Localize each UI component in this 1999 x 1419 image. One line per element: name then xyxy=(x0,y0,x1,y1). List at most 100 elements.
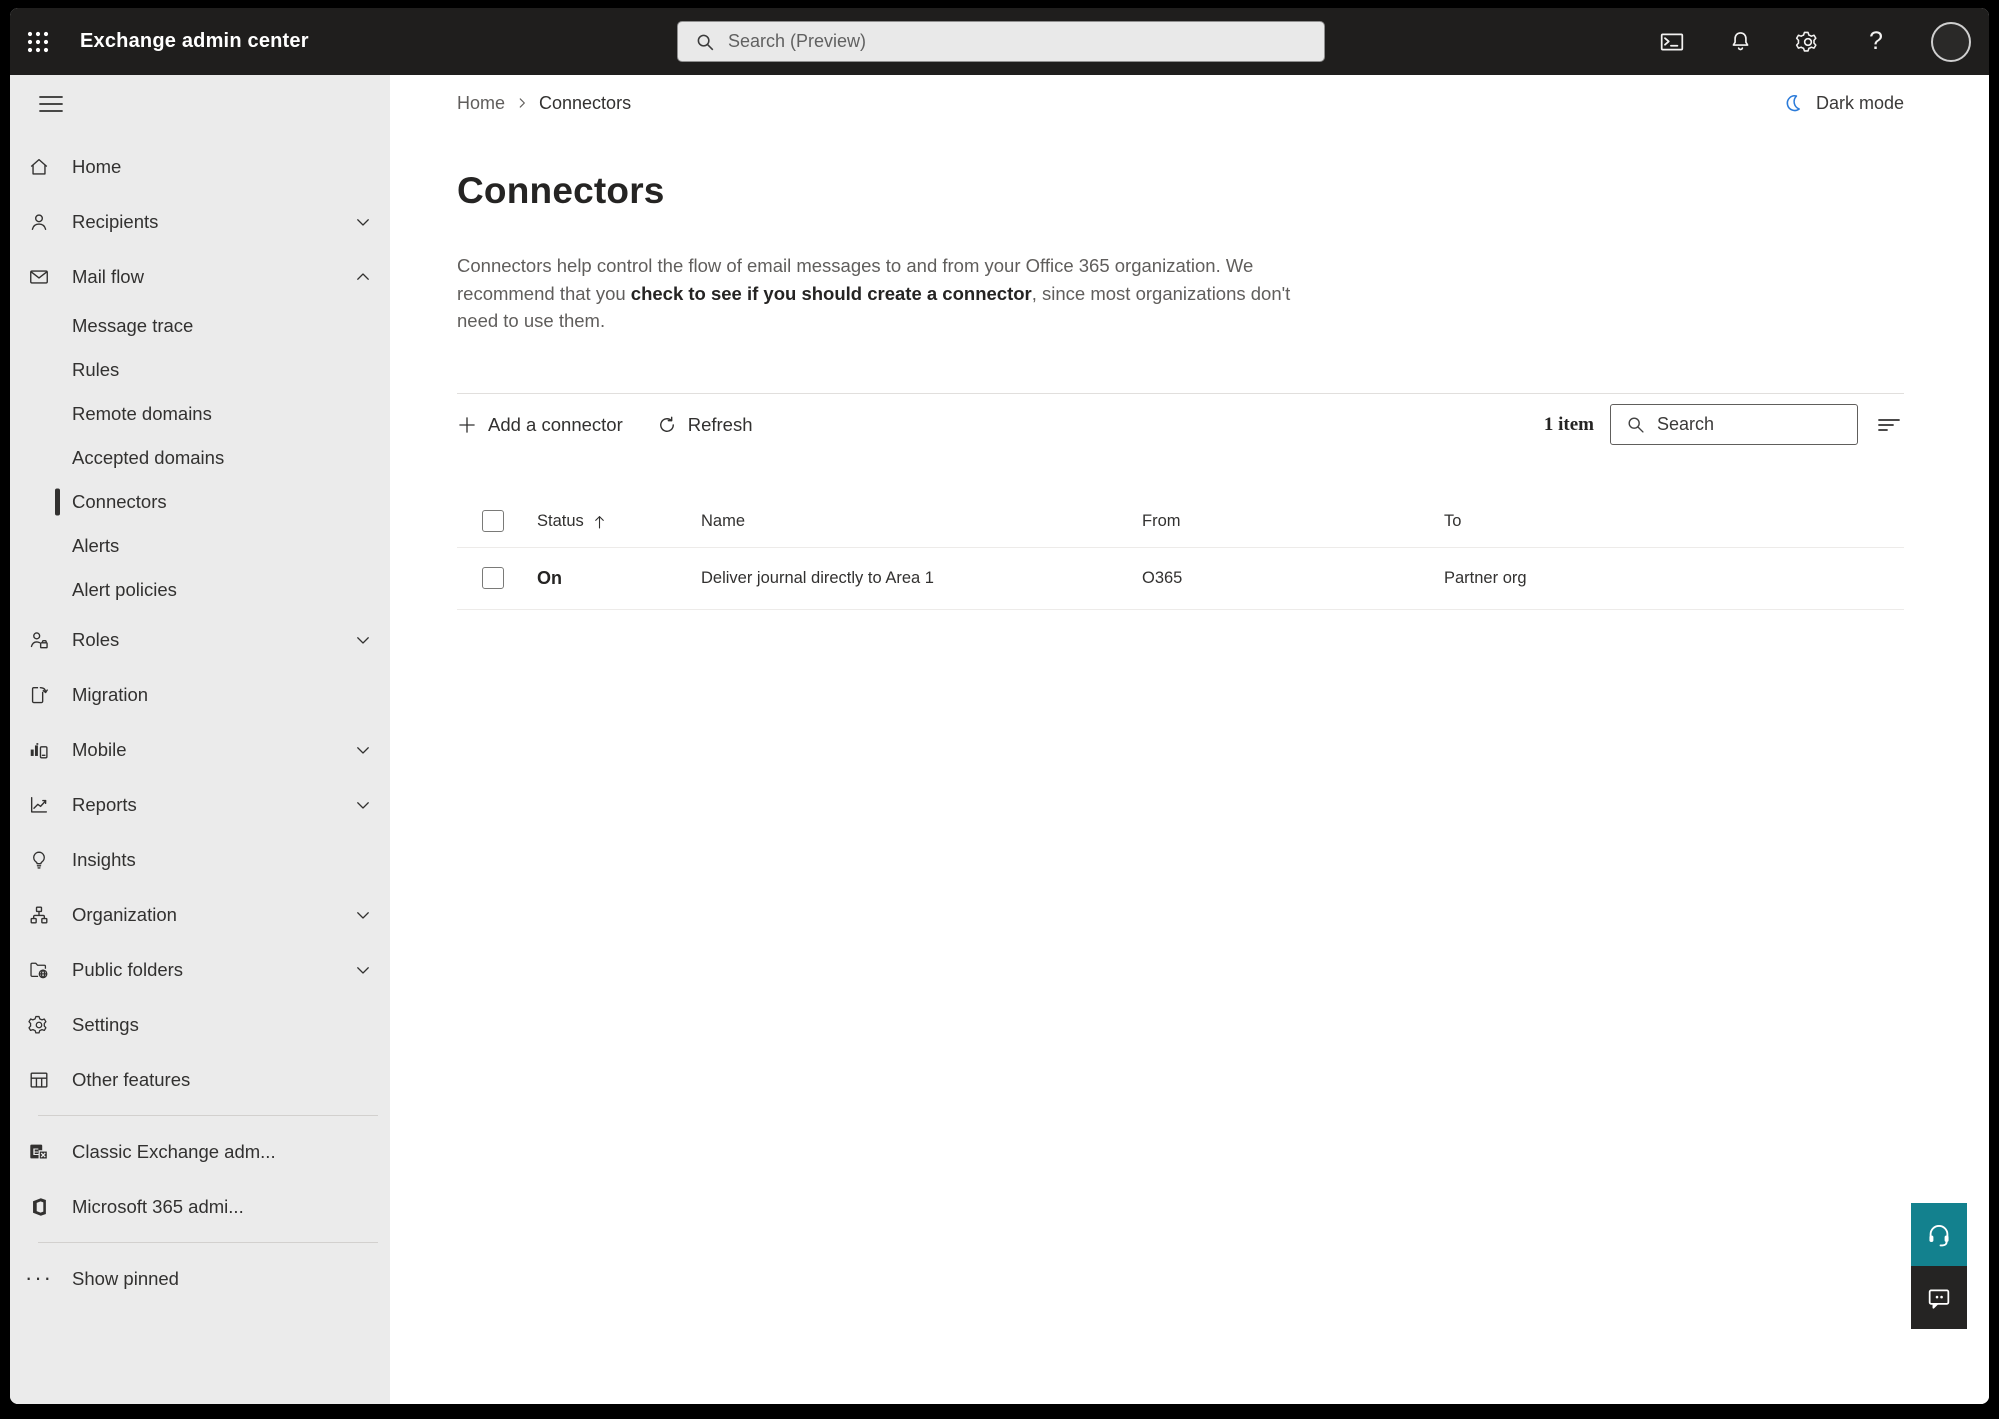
sidebar-item-label: Settings xyxy=(72,1013,139,1035)
sidebar-item-label: Classic Exchange adm... xyxy=(72,1140,276,1162)
connectors-table: Status Name From To On Deliver journal d… xyxy=(457,496,1904,610)
global-search-box[interactable] xyxy=(677,21,1325,62)
add-connector-label: Add a connector xyxy=(488,413,623,435)
exchange-logo-icon: E xyxy=(28,1141,50,1163)
dark-mode-toggle[interactable]: Dark mode xyxy=(1782,92,1904,114)
sidebar-item-label: Show pinned xyxy=(72,1267,179,1289)
sidebar-item-label: Connectors xyxy=(72,491,167,512)
sidebar-item-alert-policies[interactable]: Alert policies xyxy=(10,568,390,612)
collapse-nav-button[interactable] xyxy=(28,89,74,119)
sidebar-item-reports[interactable]: Reports xyxy=(10,777,390,832)
filter-button[interactable] xyxy=(1874,410,1904,440)
search-icon xyxy=(694,31,716,53)
sidebar-item-public-folders[interactable]: Public folders xyxy=(10,942,390,997)
feedback-button[interactable] xyxy=(1911,1266,1967,1329)
row-checkbox[interactable] xyxy=(482,567,504,589)
headset-icon xyxy=(1925,1221,1953,1249)
ellipsis-icon: ··· xyxy=(25,1265,53,1291)
dark-mode-label: Dark mode xyxy=(1815,92,1904,113)
help-button[interactable]: ? xyxy=(1863,27,1889,55)
sidebar-item-microsoft-365[interactable]: Microsoft 365 admi... xyxy=(10,1179,390,1234)
column-header-name[interactable]: Name xyxy=(701,512,1142,531)
column-header-status[interactable]: Status xyxy=(537,512,701,531)
sidebar-item-label: Migration xyxy=(72,683,149,705)
settings-button[interactable] xyxy=(1795,29,1821,55)
sidebar-item-other-features[interactable]: Other features xyxy=(10,1052,390,1107)
list-search-input[interactable] xyxy=(1657,414,1827,435)
sidebar-item-classic-exchange[interactable]: E Classic Exchange adm... xyxy=(10,1124,390,1179)
sidebar-item-accepted-domains[interactable]: Accepted domains xyxy=(10,436,390,480)
sidebar-item-label: Mobile xyxy=(72,738,127,760)
app-title: Exchange admin center xyxy=(80,30,309,52)
org-chart-icon xyxy=(28,904,50,926)
sidebar-item-insights[interactable]: Insights xyxy=(10,832,390,887)
selected-indicator xyxy=(55,488,60,516)
sidebar-item-label: Reports xyxy=(72,793,137,815)
sidebar-item-mail-flow[interactable]: Mail flow xyxy=(10,249,390,304)
lightbulb-icon xyxy=(28,849,50,871)
moon-icon xyxy=(1782,92,1804,114)
description-emphasis: check to see if you should create a conn… xyxy=(630,282,1032,304)
account-avatar[interactable] xyxy=(1931,21,1971,62)
notifications-button[interactable] xyxy=(1727,29,1753,55)
chevron-down-icon xyxy=(354,906,372,924)
app-launcher-button[interactable] xyxy=(10,8,66,75)
topbar-actions: ? xyxy=(1659,21,1971,62)
sidebar-item-label: Remote domains xyxy=(72,403,212,424)
feedback-bubble-icon xyxy=(1925,1284,1953,1312)
table-row[interactable]: On Deliver journal directly to Area 1 O3… xyxy=(457,548,1904,610)
connector-list-section: Add a connector Refresh 1 item Search St… xyxy=(457,392,1904,610)
sidebar-item-label: Roles xyxy=(72,628,120,650)
sidebar-item-recipients[interactable]: Recipients xyxy=(10,194,390,249)
item-count: 1 item xyxy=(1543,413,1594,435)
global-search-input[interactable] xyxy=(728,31,1248,52)
gear-icon xyxy=(28,1014,50,1036)
top-app-bar: Exchange admin center Search (Preview) ? xyxy=(10,8,1989,75)
breadcrumb: Home Connectors xyxy=(457,93,631,114)
sidebar-item-remote-domains[interactable]: Remote domains xyxy=(10,392,390,436)
refresh-icon xyxy=(657,415,677,435)
table-header-row: Status Name From To xyxy=(457,496,1904,548)
sidebar-item-migration[interactable]: Migration xyxy=(10,667,390,722)
hamburger-icon xyxy=(39,95,63,113)
select-all-checkbox[interactable] xyxy=(482,510,504,532)
refresh-button[interactable]: Refresh xyxy=(657,414,753,436)
breadcrumb-home-link[interactable]: Home xyxy=(457,93,505,114)
nav-list: Home Recipients Mail flow Message trace … xyxy=(10,139,390,1306)
sidebar-item-alerts[interactable]: Alerts xyxy=(10,524,390,568)
sidebar-item-rules[interactable]: Rules xyxy=(10,348,390,392)
column-header-from[interactable]: From xyxy=(1142,512,1444,531)
left-navigation: Home Recipients Mail flow Message trace … xyxy=(10,75,390,1404)
sidebar-item-show-pinned[interactable]: ··· Show pinned xyxy=(10,1251,390,1306)
cell-name[interactable]: Deliver journal directly to Area 1 xyxy=(701,569,1142,588)
sidebar-item-label: Mail flow xyxy=(72,265,144,287)
sidebar-item-message-trace[interactable]: Message trace xyxy=(10,304,390,348)
sidebar-item-organization[interactable]: Organization xyxy=(10,887,390,942)
mobile-icon xyxy=(28,739,50,761)
sidebar-item-label: Alerts xyxy=(72,535,120,556)
cell-status: On xyxy=(537,567,562,588)
migration-icon xyxy=(28,684,50,706)
sidebar-item-label: Organization xyxy=(72,903,177,925)
cloud-shell-button[interactable] xyxy=(1659,29,1685,55)
sidebar-item-label: Alert policies xyxy=(72,579,177,600)
add-connector-button[interactable]: Add a connector xyxy=(457,414,623,436)
table-grid-icon xyxy=(28,1069,50,1091)
sidebar-item-connectors[interactable]: Connectors xyxy=(10,480,390,524)
list-search-box[interactable] xyxy=(1610,404,1858,445)
sidebar-divider xyxy=(38,1115,378,1116)
sidebar-item-home[interactable]: Home xyxy=(10,139,390,194)
column-header-to[interactable]: To xyxy=(1444,512,1904,531)
mail-icon xyxy=(28,266,50,288)
sort-ascending-icon xyxy=(593,514,606,529)
waffle-icon xyxy=(26,30,50,54)
sidebar-item-label: Other features xyxy=(72,1068,191,1090)
sidebar-item-roles[interactable]: Roles xyxy=(10,612,390,667)
sidebar-item-settings[interactable]: Settings xyxy=(10,997,390,1052)
exchange-admin-window: Exchange admin center Search (Preview) ?… xyxy=(10,8,1989,1404)
sidebar-item-mobile[interactable]: Mobile xyxy=(10,722,390,777)
cell-to: Partner org xyxy=(1444,568,1527,587)
filter-lines-icon xyxy=(1876,414,1902,436)
sidebar-item-label: Accepted domains xyxy=(72,447,225,468)
support-button[interactable] xyxy=(1911,1203,1967,1266)
